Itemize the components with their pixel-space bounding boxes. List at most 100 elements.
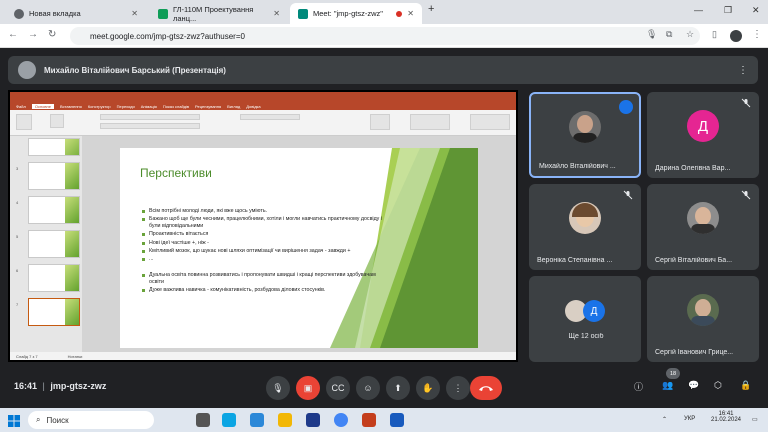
tab-meet[interactable]: Meet: "jmp-gtsz-zwz" ✕ [290,3,422,24]
taskbar-search[interactable]: ⌕ Поиск [28,411,154,429]
participant-tile[interactable]: Д Дарина Олегівна Вар... [647,92,759,178]
star-icon[interactable]: ☆ [686,29,694,40]
windows-start-icon[interactable] [8,414,20,427]
tab-title: Новая вкладка [29,9,81,18]
people-button[interactable]: 👥 [662,380,673,391]
paste-icon [16,114,32,130]
profile-avatar[interactable] [730,30,742,42]
avatar-letter: Д [697,117,709,135]
slide-thumbnail [28,138,80,156]
chrome-icon[interactable] [334,413,348,427]
app-icon[interactable] [250,413,264,427]
captions-button[interactable]: CC [326,376,350,400]
host-controls-button[interactable]: 🔒 [740,380,751,391]
close-window-button[interactable]: ✕ [752,5,760,16]
task-view-icon[interactable] [196,413,210,427]
participant-avatar: Д [687,110,719,143]
taskbar-date: 21.02.2024 [710,417,742,423]
notifications-icon[interactable]: ▭ [752,416,758,423]
tab-classroom[interactable]: ГЛ-110М Проектування ланц... ✕ [150,3,288,24]
more-options-icon[interactable]: ⋮ [738,65,748,76]
notes-label: Нотатки [67,353,83,359]
chrome-icon [14,8,24,19]
bullet: Кмітливий мозок, що шукає нові шляхи опт… [142,248,382,255]
avatar-letter: Д [590,305,598,317]
menu-item: Конструктор [87,103,111,109]
menu-item: Основне [31,103,54,109]
participant-tile[interactable]: Д Ще 12 осіб [529,276,641,362]
file-explorer-icon[interactable] [278,413,292,427]
participant-tile[interactable]: Сергій Іванович Грице... [647,276,759,362]
ppt-menu: Файл Основне Вставлення Конструктор Пере… [10,102,516,110]
chat-button[interactable]: 💬 [688,380,699,391]
editing-icon [470,114,510,130]
font-box [100,114,200,120]
participant-tile[interactable]: Михайло Віталійович ... [529,92,641,178]
ppt-ribbon [10,110,516,136]
chevron-up-icon[interactable]: ⌃ [662,416,667,423]
slide-title: Перспективи [140,166,212,180]
meeting-code: jmp-gtsz-zwz [50,381,107,391]
app-icon[interactable] [306,413,320,427]
camera-off-button[interactable]: ▣ [296,376,320,400]
mic-off-icon [741,190,751,200]
slide-thumbnail-selected [28,298,80,326]
close-icon[interactable]: ✕ [407,9,414,18]
participant-name: Вероніка Степанівна ... [537,257,613,264]
more-options-button[interactable]: ⋮ [446,376,470,400]
menu-icon[interactable]: ⋮ [752,29,762,40]
reload-button[interactable]: ↻ [48,29,56,40]
classroom-icon [158,8,168,19]
font-format-box [100,123,200,129]
tab-title: ГЛ-110М Проектування ланц... [173,4,254,23]
keyboard-language[interactable]: УКР [684,416,695,422]
slide-thumbnail [28,162,80,190]
menu-item: Довідка [246,103,261,109]
participant-name: Сергій Віталійович Ба... [655,257,733,264]
address-input[interactable]: meet.google.com/jmp-gtsz-zwz?authuser=0 [70,27,700,45]
slide: Перспективи Всім потрібні молоді люди, я… [120,148,478,348]
word-icon[interactable] [390,413,404,427]
participant-tile[interactable]: Сергій Віталійович Ба... [647,184,759,270]
leave-call-button[interactable] [470,376,502,400]
maximize-button[interactable]: ❐ [724,5,732,16]
bullet: Дуже важлива навичка - комунікативність,… [142,287,382,294]
edge-icon[interactable] [222,413,236,427]
close-icon[interactable]: ✕ [273,9,280,18]
activities-button[interactable]: ⬡ [714,380,722,391]
mic-off-icon [623,190,633,200]
ppt-title-bar [10,92,516,102]
sidepanel-icon[interactable]: ▯ [712,29,717,40]
participant-name: Михайло Віталійович ... [539,163,616,170]
bullet: Проактивність вітається [142,231,382,238]
tab-new[interactable]: Новая вкладка ✕ [6,3,146,24]
mic-button[interactable]: 🎙 [266,376,290,400]
slide-counter: Слайд 7 з 7 [16,353,38,359]
participant-photo [687,294,719,327]
menu-item: Рецензування [195,103,222,109]
bullet: Дуальна освіта повинна розвиватись і про… [142,272,382,286]
present-button[interactable]: ⬆ [386,376,410,400]
mic-permission-icon[interactable]: 🎙 [646,29,657,40]
new-tab-button[interactable]: + [428,3,434,15]
taskbar-clock[interactable]: 16:41 21.02.2024 [706,411,746,423]
forward-button[interactable]: → [28,29,38,40]
menu-item: Показ слайдів [162,103,190,109]
info-button[interactable]: ⓘ [634,380,643,393]
avatar [18,61,36,79]
minimize-button[interactable]: — [694,5,703,15]
paragraph-box [240,114,300,120]
back-button[interactable]: ← [8,29,18,40]
close-icon[interactable]: ✕ [131,9,138,18]
menu-item: Файл [16,103,26,109]
translate-icon[interactable]: ⧉ [666,29,672,40]
raise-hand-button[interactable]: ✋ [416,376,440,400]
emoji-button[interactable]: ☺ [356,376,380,400]
powerpoint-icon[interactable] [362,413,376,427]
menu-item: Переходи [116,103,135,109]
participant-tile[interactable]: Вероніка Степанівна ... [529,184,641,270]
ppt-status-bar: Слайд 7 з 7 Нотатки [10,352,516,360]
bullet: ... [142,256,382,263]
menu-item: Анімація [140,103,157,109]
slide-bullets: Всім потрібні молоді люди, які вже щось … [142,208,382,295]
